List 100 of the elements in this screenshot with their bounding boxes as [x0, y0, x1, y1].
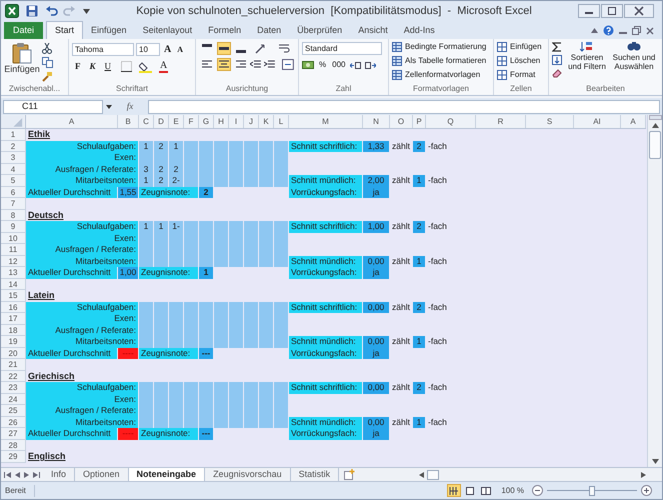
next-sheet-icon[interactable]	[24, 472, 29, 478]
restore-icon[interactable]	[632, 26, 641, 35]
maximize-icon[interactable]	[601, 4, 623, 18]
row-header[interactable]: 7	[1, 198, 26, 210]
row-header[interactable]: 14	[1, 278, 26, 290]
row-header[interactable]: 1	[1, 129, 26, 140]
view-button[interactable]	[447, 484, 462, 497]
ribbon-tab[interactable]: Überprüfen	[289, 22, 350, 39]
style-menu-button[interactable]: Bedingte Formatierung	[392, 40, 490, 53]
style-menu-button[interactable]: Als Tabelle formatieren	[392, 54, 490, 67]
decrease-decimal-icon[interactable]	[365, 60, 376, 70]
currency-icon[interactable]	[302, 60, 314, 70]
align-button[interactable]	[216, 58, 231, 71]
percent-button[interactable]: %	[318, 59, 328, 71]
row-header[interactable]: 26	[1, 416, 26, 428]
scissors-icon[interactable]	[42, 43, 52, 54]
column-header[interactable]: N	[363, 115, 390, 128]
number-format-dropdown[interactable]: Standard	[302, 42, 382, 55]
row-header[interactable]: 16	[1, 302, 26, 313]
column-header[interactable]: S	[526, 115, 574, 128]
column-header[interactable]: O	[390, 115, 413, 128]
undo-icon[interactable]	[45, 5, 59, 17]
cells-menu-button[interactable]: Einfügen	[497, 40, 545, 53]
paste-button[interactable]: Einfügen	[4, 42, 40, 83]
dropdown-caret-icon[interactable]	[83, 8, 90, 14]
align-button[interactable]	[217, 42, 231, 55]
column-header[interactable]: C	[139, 115, 154, 128]
ribbon-tab[interactable]: Add-Ins	[396, 22, 443, 39]
ribbon-tab[interactable]: Daten	[249, 22, 290, 39]
ribbon-tab[interactable]: Seitenlayout	[134, 22, 200, 39]
vertical-scrollbar[interactable]	[647, 115, 662, 467]
font-size-dropdown[interactable]: 10	[136, 43, 160, 56]
row-header[interactable]: 8	[1, 210, 26, 221]
row-header[interactable]: 11	[1, 244, 26, 256]
insert-function-button[interactable]: fx	[115, 100, 145, 114]
merge-cells-icon[interactable]	[282, 59, 294, 70]
row-header[interactable]: 22	[1, 370, 26, 382]
cells-menu-button[interactable]: Format	[497, 68, 545, 81]
column-header[interactable]: M	[289, 115, 363, 128]
row-header[interactable]: 12	[1, 256, 26, 267]
column-header[interactable]: L	[274, 115, 289, 128]
close-icon[interactable]	[646, 26, 654, 34]
increase-indent-icon[interactable]	[264, 60, 276, 69]
underline-button[interactable]: U	[102, 60, 114, 74]
sheet-tab[interactable]: Noteneingabe	[128, 468, 206, 481]
row-header[interactable]: 19	[1, 336, 26, 348]
new-sheet-icon[interactable]	[343, 469, 356, 480]
column-header[interactable]: D	[154, 115, 169, 128]
row-header[interactable]: 17	[1, 313, 26, 324]
border-icon[interactable]	[121, 61, 132, 72]
slider-thumb[interactable]	[589, 486, 595, 496]
copy-icon[interactable]	[42, 57, 53, 68]
increase-decimal-icon[interactable]	[350, 60, 362, 70]
cells-menu-button[interactable]: Löschen	[497, 54, 545, 67]
help-icon[interactable]	[603, 25, 614, 36]
save-icon[interactable]	[26, 5, 38, 17]
row-header[interactable]: 13	[1, 267, 26, 278]
row-header[interactable]: 5	[1, 175, 26, 186]
column-header[interactable]: E	[169, 115, 184, 128]
ribbon-tab[interactable]: Einfügen	[83, 22, 135, 39]
bold-button[interactable]: F	[72, 60, 84, 74]
column-header[interactable]: A	[26, 115, 118, 128]
column-header[interactable]: AI	[574, 115, 621, 128]
zoom-slider[interactable]	[547, 486, 637, 496]
grow-font-button[interactable]: A	[162, 42, 174, 57]
sum-icon[interactable]	[552, 42, 562, 52]
row-header[interactable]: 3	[1, 152, 26, 164]
column-header[interactable]: R	[476, 115, 526, 128]
scrollbar-thumb[interactable]	[427, 470, 439, 480]
column-header[interactable]: G	[199, 115, 214, 128]
row-header[interactable]: 9	[1, 221, 26, 232]
row-header[interactable]: 29	[1, 451, 26, 462]
thousands-separator-button[interactable]: 000	[331, 59, 346, 71]
row-header[interactable]: 20	[1, 348, 26, 359]
fill-color-icon[interactable]	[139, 60, 152, 73]
column-header[interactable]: A	[621, 115, 646, 128]
shrink-font-button[interactable]: A	[175, 44, 186, 56]
row-header[interactable]: 25	[1, 405, 26, 416]
font-family-dropdown[interactable]: Tahoma	[72, 43, 134, 56]
column-header[interactable]: Q	[426, 115, 476, 128]
row-header[interactable]: 27	[1, 428, 26, 440]
row-header[interactable]: 21	[1, 359, 26, 370]
row-header[interactable]: 10	[1, 232, 26, 244]
row-header[interactable]: 23	[1, 382, 26, 394]
formula-input[interactable]	[148, 100, 660, 114]
column-header[interactable]: K	[259, 115, 274, 128]
row-header[interactable]: 4	[1, 164, 26, 175]
eraser-icon[interactable]	[552, 68, 562, 78]
italic-button[interactable]: K	[86, 60, 99, 74]
row-header[interactable]: 15	[1, 290, 26, 302]
excel-logo-icon[interactable]	[5, 4, 19, 18]
column-header[interactable]: J	[244, 115, 259, 128]
ribbon-tab[interactable]: Start	[46, 21, 84, 39]
collapse-caret-icon[interactable]	[591, 28, 598, 33]
close-icon[interactable]	[624, 4, 654, 18]
row-header[interactable]: 2	[1, 140, 26, 152]
column-header[interactable]: B	[118, 115, 139, 128]
previous-sheet-icon[interactable]	[15, 472, 20, 478]
column-header[interactable]: F	[184, 115, 199, 128]
name-box[interactable]: C11	[3, 100, 103, 114]
